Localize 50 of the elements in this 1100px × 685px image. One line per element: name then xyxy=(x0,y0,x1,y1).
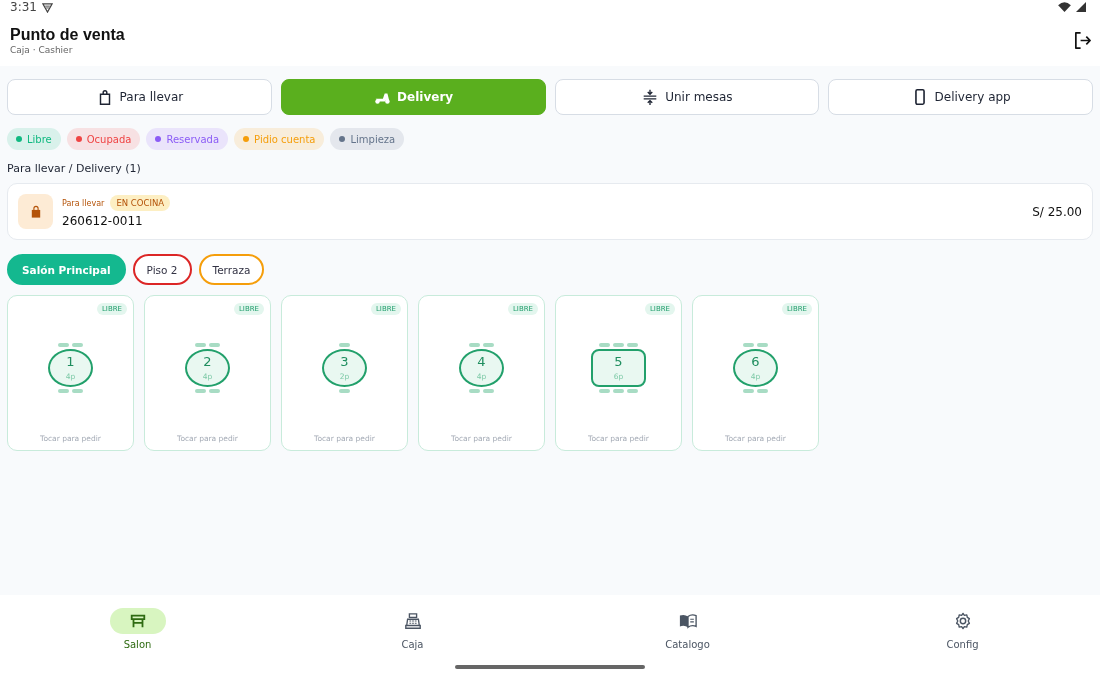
order-total: S/ 25.00 xyxy=(1032,204,1082,219)
page-title: Punto de venta xyxy=(10,25,126,44)
table-number: 5 xyxy=(614,355,623,370)
table-number: 1 xyxy=(66,355,75,370)
legend-label: Pidio cuenta xyxy=(254,133,316,145)
table-number: 6 xyxy=(751,355,760,370)
vpn-icon xyxy=(41,1,53,13)
cash-register-icon xyxy=(403,612,422,630)
chairs-icon xyxy=(469,343,494,347)
table-number: 4 xyxy=(477,355,486,370)
nav-item[interactable]: Config xyxy=(825,608,1100,650)
order-number: 260612-0011 xyxy=(62,214,144,228)
wifi-icon xyxy=(1058,2,1071,12)
nav-item[interactable]: Salon xyxy=(0,608,275,650)
nav-item[interactable]: Caja xyxy=(275,608,550,650)
chairs-icon xyxy=(599,343,638,347)
zone-tab[interactable]: Terraza xyxy=(198,254,265,285)
table-number: 3 xyxy=(340,355,349,370)
chairs-icon xyxy=(743,389,768,393)
action-button[interactable]: Delivery app xyxy=(828,79,1093,115)
book-icon xyxy=(678,612,697,630)
section-title: Para llevar / Delivery (1) xyxy=(7,162,142,175)
action-button[interactable]: Unir mesas xyxy=(554,79,820,115)
zone-tab[interactable]: Piso 2 xyxy=(132,254,192,285)
status-time: 3:31 xyxy=(10,0,37,14)
chairs-icon xyxy=(339,389,350,393)
chairs-icon xyxy=(599,389,638,393)
legend-label: Libre xyxy=(27,133,52,145)
chairs-icon xyxy=(195,389,220,393)
chairs-icon xyxy=(743,343,768,347)
signal-icon xyxy=(1076,2,1086,12)
action-button[interactable]: Para llevar xyxy=(7,79,272,115)
nav-item[interactable]: Catalogo xyxy=(550,608,825,650)
legend-label: Reservada xyxy=(166,133,220,145)
chairs-icon xyxy=(195,343,220,347)
bag-icon xyxy=(18,194,53,229)
chairs-icon xyxy=(58,389,83,393)
chairs-icon xyxy=(58,343,83,347)
order-status-badge: EN COCINA xyxy=(110,195,171,211)
legend-label: Ocupada xyxy=(86,133,132,145)
table-icon xyxy=(109,608,166,634)
chairs-icon xyxy=(469,389,494,393)
legend-label: Limpieza xyxy=(350,133,396,145)
order-card[interactable]: Para llevar EN COCINA 260612-0011 S/ 25.00 xyxy=(7,183,1093,240)
order-type: Para llevar xyxy=(62,198,105,208)
settings-icon xyxy=(953,612,972,630)
chairs-icon xyxy=(339,343,350,347)
page-subtitle: Caja · Cashier xyxy=(10,44,74,55)
table-number: 2 xyxy=(203,355,212,370)
logout-icon[interactable] xyxy=(1073,30,1092,50)
